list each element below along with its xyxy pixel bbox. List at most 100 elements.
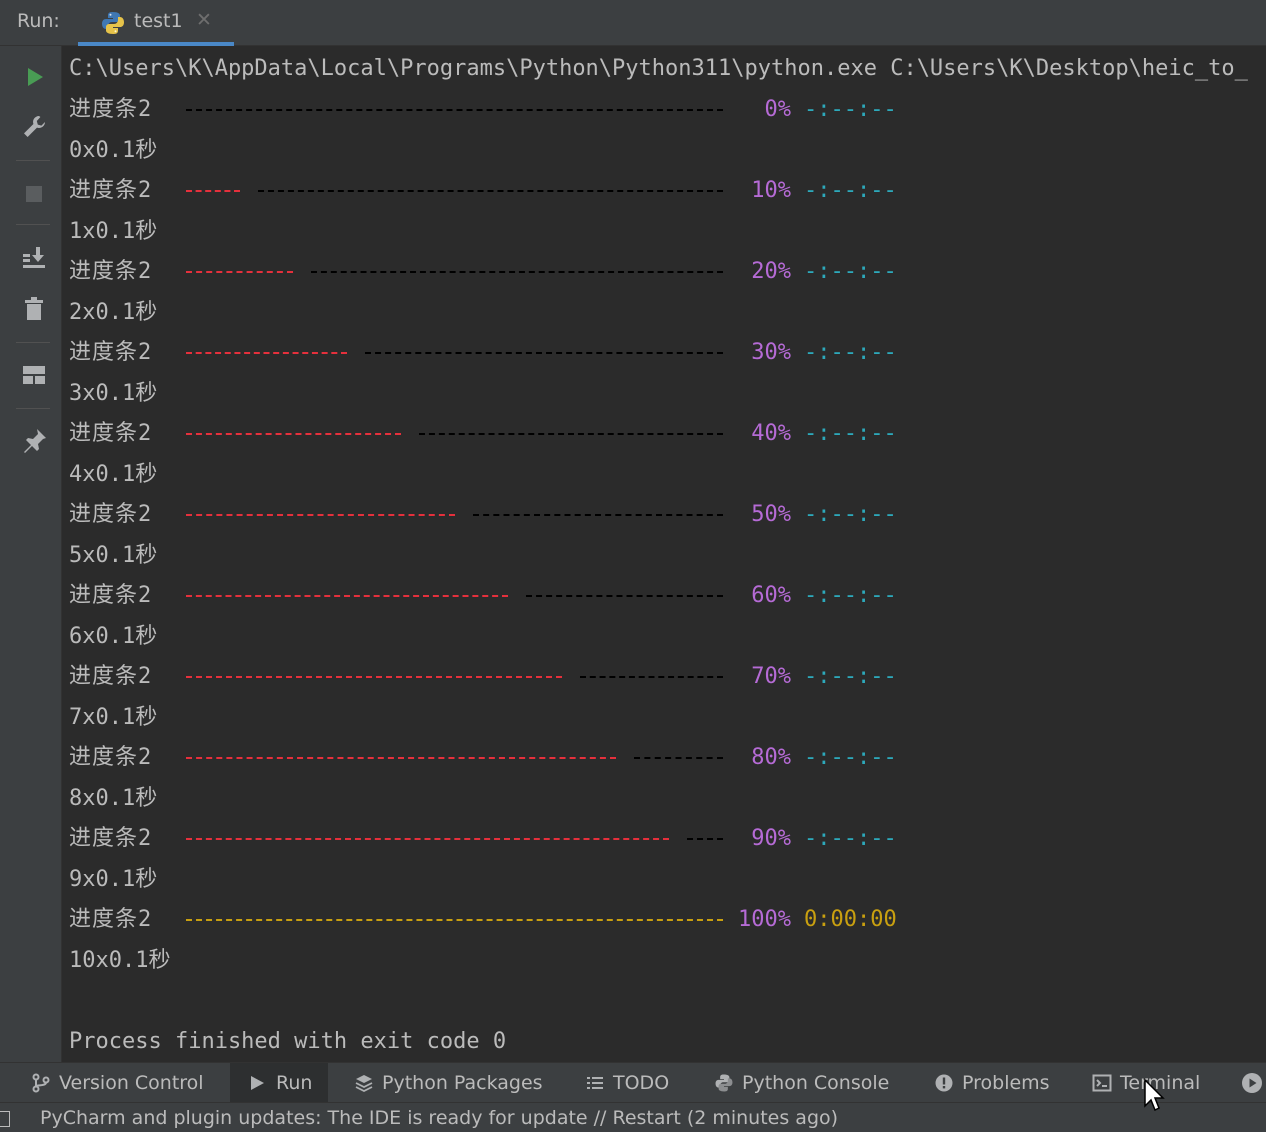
progress-bar-done: [186, 514, 455, 516]
warning-icon: [935, 1074, 953, 1092]
status-message[interactable]: PyCharm and plugin updates: The IDE is r…: [40, 1107, 838, 1129]
tool-window-label: Version Control: [59, 1072, 204, 1094]
run-toolbar: [0, 46, 62, 1062]
progress-label: 进度条2: [69, 907, 153, 932]
layers-icon: [355, 1075, 373, 1093]
wrench-icon[interactable]: [20, 113, 48, 141]
progress-percent: 10%: [751, 178, 791, 203]
step-output: 5x0.1秒: [69, 543, 158, 568]
tool-window-problems[interactable]: Problems: [934, 1063, 1064, 1103]
pin-icon[interactable]: [20, 427, 48, 455]
step-output: 10x0.1秒: [69, 948, 171, 973]
progress-percent: 0%: [764, 97, 792, 122]
tool-window-run[interactable]: Run: [230, 1063, 328, 1103]
progress-bar-remaining: [311, 271, 723, 273]
progress-eta: -:--:--: [804, 583, 897, 608]
run-icon[interactable]: [20, 63, 48, 91]
progress-label: 进度条2: [69, 502, 153, 527]
step-output: 4x0.1秒: [69, 462, 158, 487]
trash-icon[interactable]: [20, 295, 48, 323]
progress-label: 进度条2: [69, 97, 153, 122]
step-output: 6x0.1秒: [69, 624, 158, 649]
run-header: Run: test1 ✕: [0, 0, 1266, 46]
progress-label: 进度条2: [69, 421, 153, 446]
progress-line: 进度条2 20% -:--:--: [69, 252, 1249, 292]
progress-line: 进度条2 70% -:--:--: [69, 657, 1249, 697]
progress-line: 进度条2 40% -:--:--: [69, 414, 1249, 454]
progress-line: 进度条2 80% -:--:--: [69, 738, 1249, 778]
toolbar-separator: [16, 160, 50, 161]
progress-eta: -:--:--: [804, 97, 897, 122]
tool-window-todo[interactable]: TODO: [585, 1063, 680, 1103]
list-icon: [587, 1077, 603, 1089]
scroll-to-end-icon[interactable]: [20, 243, 48, 271]
progress-eta: 0:00:00: [804, 907, 897, 932]
progress-bar-done: [186, 271, 293, 273]
progress-bar-done: [186, 190, 240, 192]
progress-eta: -:--:--: [804, 259, 897, 284]
progress-bar-remaining: [419, 433, 723, 435]
tool-window-label: Python Console: [742, 1072, 890, 1094]
progress-bar-remaining: [186, 109, 723, 111]
tool-window-label: Problems: [962, 1072, 1050, 1094]
status-icon[interactable]: [0, 1111, 10, 1127]
stop-icon[interactable]: [20, 180, 48, 208]
progress-eta: -:--:--: [804, 664, 897, 689]
step-output: 0x0.1秒: [69, 138, 158, 163]
progress-label: 进度条2: [69, 826, 153, 851]
terminal-icon: [1092, 1074, 1112, 1092]
progress-eta: -:--:--: [804, 178, 897, 203]
python-icon: [102, 12, 124, 34]
run-label: Run:: [17, 10, 60, 32]
progress-label: 进度条2: [69, 583, 153, 608]
play-circle-icon[interactable]: [1241, 1072, 1263, 1094]
tool-window-python-packages[interactable]: Python Packages: [354, 1063, 554, 1103]
progress-percent: 80%: [751, 745, 791, 770]
toolbar-separator: [16, 408, 50, 409]
progress-bar-done: [186, 838, 669, 840]
step-output: 3x0.1秒: [69, 381, 158, 406]
close-icon[interactable]: ✕: [196, 9, 212, 31]
progress-line: 进度条2 100% 0:00:00: [69, 900, 1249, 940]
console-output[interactable]: C:\Users\K\AppData\Local\Programs\Python…: [62, 46, 1266, 1062]
tab-test1[interactable]: test1 ✕: [78, 0, 234, 46]
toolbar-separator: [16, 224, 50, 225]
progress-line: 进度条2 50% -:--:--: [69, 495, 1249, 535]
mouse-cursor: [1144, 1078, 1165, 1112]
progress-percent: 100%: [738, 907, 791, 932]
progress-bar-remaining: [258, 190, 723, 192]
step-output: 8x0.1秒: [69, 786, 158, 811]
progress-label: 进度条2: [69, 340, 153, 365]
progress-line: 进度条2 10% -:--:--: [69, 171, 1249, 211]
step-output: 7x0.1秒: [69, 705, 158, 730]
progress-bar-done: [186, 595, 508, 597]
branch-icon: [32, 1073, 50, 1093]
exit-message: Process finished with exit code 0: [69, 1029, 507, 1054]
tool-window-python-console[interactable]: Python Console: [714, 1063, 904, 1103]
python-icon: [715, 1074, 733, 1092]
tool-window-label: TODO: [613, 1072, 670, 1094]
layout-icon[interactable]: [20, 361, 48, 389]
progress-label: 进度条2: [69, 259, 153, 284]
progress-bar-done: [186, 676, 562, 678]
progress-line: 进度条2 30% -:--:--: [69, 333, 1249, 373]
progress-line: 进度条2 90% -:--:--: [69, 819, 1249, 859]
progress-eta: -:--:--: [804, 502, 897, 527]
tool-window-version-control[interactable]: Version Control: [31, 1063, 216, 1103]
progress-bar-done: [186, 352, 347, 354]
progress-label: 进度条2: [69, 745, 153, 770]
progress-percent: 90%: [751, 826, 791, 851]
progress-bar-complete: [186, 919, 723, 921]
progress-eta: -:--:--: [804, 826, 897, 851]
tool-window-label: Python Packages: [382, 1072, 543, 1094]
progress-line: 进度条2 60% -:--:--: [69, 576, 1249, 616]
progress-percent: 20%: [751, 259, 791, 284]
progress-percent: 60%: [751, 583, 791, 608]
progress-eta: -:--:--: [804, 340, 897, 365]
tab-label: test1: [134, 10, 183, 32]
status-bar: PyCharm and plugin updates: The IDE is r…: [0, 1102, 1266, 1132]
progress-bar-remaining: [365, 352, 723, 354]
command-line: C:\Users\K\AppData\Local\Programs\Python…: [69, 56, 1248, 81]
progress-percent: 40%: [751, 421, 791, 446]
progress-bar-done: [186, 433, 401, 435]
